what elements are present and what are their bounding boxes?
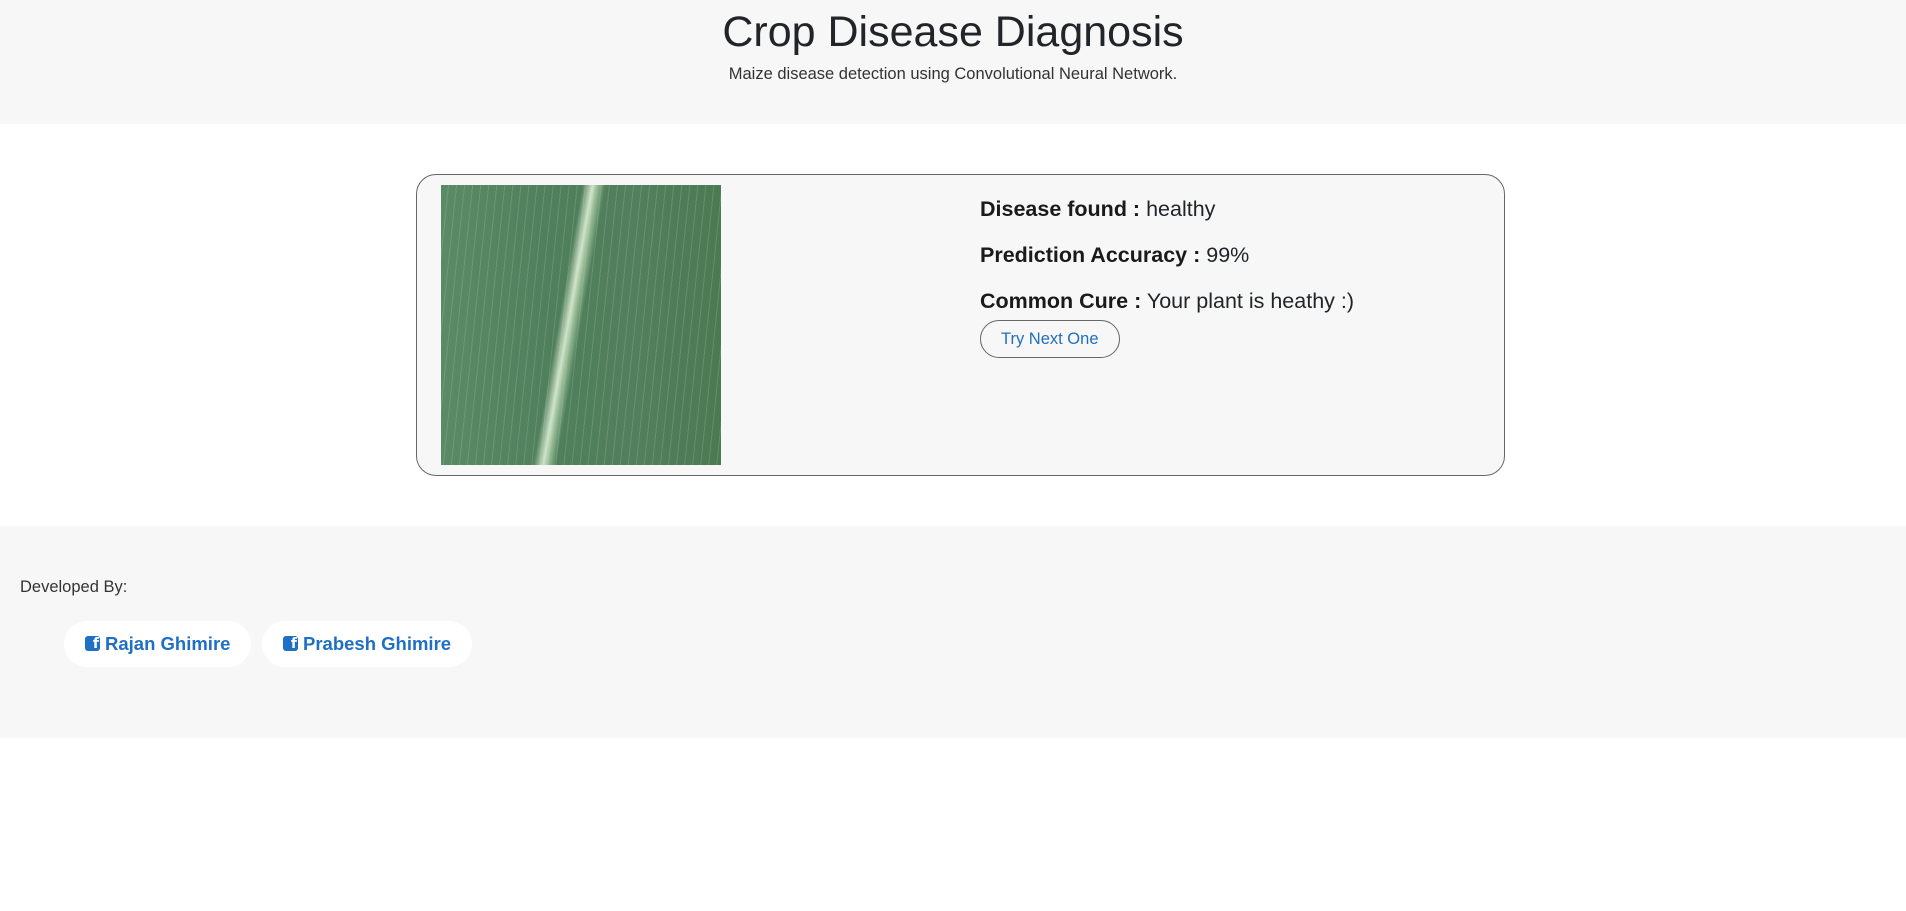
developed-by-label: Developed By: bbox=[20, 578, 128, 596]
disease-found-value: healthy bbox=[1146, 197, 1216, 221]
developer-name: Prabesh Ghimire bbox=[303, 633, 452, 654]
developer-name: Rajan Ghimire bbox=[105, 633, 231, 654]
developer-link-prabesh[interactable]: f Prabesh Ghimire bbox=[262, 621, 473, 667]
disease-found-row: Disease found : healthy bbox=[980, 197, 1354, 222]
common-cure-value: Your plant is heathy :) bbox=[1146, 289, 1355, 313]
developer-link-rajan[interactable]: f Rajan Ghimire bbox=[64, 621, 252, 667]
facebook-icon: f bbox=[283, 636, 298, 651]
page-subtitle: Maize disease detection using Convolutio… bbox=[728, 65, 1178, 83]
accuracy-label: Prediction Accuracy : bbox=[980, 243, 1201, 267]
page-header: Crop Disease Diagnosis Maize disease det… bbox=[0, 0, 1906, 124]
common-cure-row: Common Cure : Your plant is heathy :) bbox=[980, 289, 1354, 314]
disease-found-label: Disease found : bbox=[980, 197, 1141, 221]
accuracy-value: 99% bbox=[1206, 243, 1250, 267]
accuracy-row: Prediction Accuracy : 99% bbox=[980, 243, 1354, 268]
try-next-button[interactable]: Try Next One bbox=[980, 320, 1120, 358]
facebook-icon: f bbox=[85, 636, 100, 651]
common-cure-label: Common Cure : bbox=[980, 289, 1142, 313]
page-title: Crop Disease Diagnosis bbox=[722, 8, 1184, 56]
result-info: Disease found : healthy Prediction Accur… bbox=[980, 197, 1354, 358]
footer: Developed By: f Rajan Ghimire f Prabesh Gh… bbox=[0, 526, 1906, 738]
result-card: Disease found : healthy Prediction Accur… bbox=[416, 174, 1505, 476]
uploaded-leaf-image bbox=[441, 185, 721, 465]
